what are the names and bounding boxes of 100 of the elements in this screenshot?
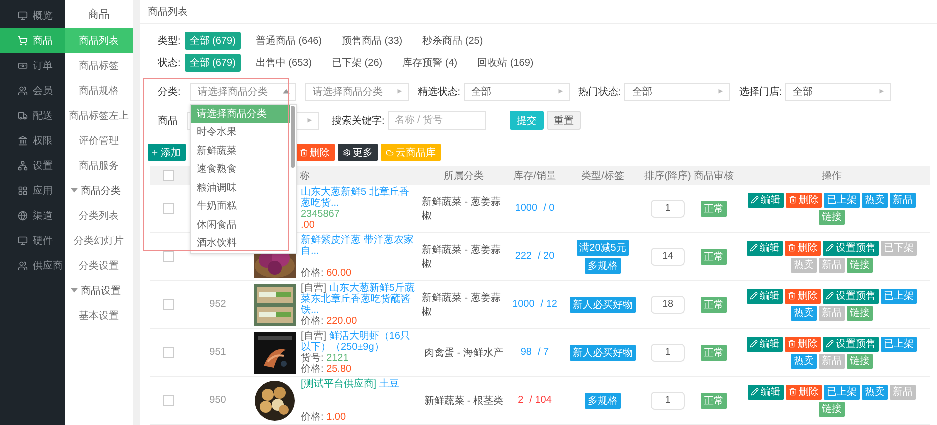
link-button[interactable]: 链接 — [847, 354, 873, 368]
select-field[interactable]: 全部 — [464, 82, 570, 100]
reset-button[interactable]: 重置 — [546, 111, 581, 130]
category-text: 新鲜蔬菜 - 根茎类 — [424, 394, 504, 408]
delete-button[interactable]: 删除 — [786, 192, 822, 208]
dropdown-option[interactable]: 请选择商品分类 — [190, 104, 290, 123]
product-title[interactable]: [自营] 鲜活大明虾（16只以下）（250±9g） — [301, 330, 419, 352]
subnav-item[interactable]: 分类列表 — [65, 203, 133, 228]
filter-option[interactable]: 出售中 (653) — [250, 54, 318, 72]
product-title[interactable]: [自营] 山东大葱新鲜5斤蔬菜东北章丘香葱吃货蘸酱铁... — [301, 282, 419, 316]
presale-button[interactable]: 设置预售 — [823, 288, 879, 304]
sort-field[interactable]: 1 — [651, 392, 685, 410]
subnav-item[interactable]: 分类幻灯片 — [65, 228, 133, 253]
subnav-item[interactable]: 商品标签 — [65, 53, 133, 78]
select-field[interactable]: 请选择商品分类 — [190, 82, 296, 100]
toggle-button[interactable]: 已上架 — [824, 384, 860, 400]
select-field[interactable]: 全部 — [785, 82, 892, 100]
category-text: 肉禽蛋 - 海鲜水产 — [424, 346, 504, 360]
column-header: 库存/销量 — [506, 166, 564, 185]
link-button[interactable]: 链接 — [847, 258, 873, 272]
toggle-button[interactable]: 热卖 — [791, 354, 817, 368]
sidebar-item[interactable]: 订单 — [0, 53, 65, 78]
cart-icon — [18, 36, 28, 46]
filter-option[interactable]: 已下架 (26) — [327, 54, 388, 72]
filter-option[interactable]: 秒杀商品 (25) — [418, 32, 488, 50]
sort-field[interactable]: 1 — [651, 200, 685, 218]
checkbox[interactable] — [162, 170, 174, 181]
grid-icon — [18, 186, 28, 196]
link-button[interactable]: 链接 — [819, 210, 845, 224]
sidebar-item[interactable]: 设置 — [0, 153, 65, 178]
toggle-button[interactable]: 热卖 — [862, 192, 888, 208]
tag: 满20减5元 — [576, 240, 630, 256]
product-title[interactable]: 新鲜紫皮洋葱 带洋葱农家自... — [301, 234, 419, 268]
sort-field[interactable]: 1 — [651, 344, 685, 362]
add-button[interactable]: 添加 — [148, 144, 186, 161]
sidebar-item[interactable]: 权限 — [0, 128, 65, 153]
filter-option[interactable]: 全部 (679) — [184, 32, 241, 50]
filter-option[interactable]: 预售商品 (33) — [337, 32, 408, 50]
status-tag: 正常 — [701, 248, 727, 264]
delete-button[interactable]: 删除 — [785, 336, 821, 352]
subnav-group[interactable]: 商品设置 — [65, 278, 133, 303]
checkbox[interactable] — [162, 395, 174, 406]
sort-field[interactable]: 14 — [651, 248, 685, 266]
toggle-button[interactable]: 新品 — [890, 192, 916, 208]
delete-button[interactable]: 删除 — [785, 288, 821, 304]
presale-button[interactable]: 设置预售 — [823, 240, 879, 256]
subnav-item[interactable]: 商品规格 — [65, 78, 133, 103]
edit-button[interactable]: 编辑 — [747, 336, 783, 352]
sidebar-item[interactable]: 硬件 — [0, 228, 65, 253]
sidebar-item[interactable]: 供应商 — [0, 253, 65, 278]
link-button[interactable]: 链接 — [819, 402, 845, 416]
link-button[interactable]: 链接 — [847, 306, 873, 320]
toggle-button[interactable]: 热卖 — [791, 306, 817, 320]
subnav-item[interactable]: 评价管理 — [65, 128, 133, 153]
toggle-button[interactable]: 已上架 — [881, 336, 917, 352]
sales-text: / 7 — [538, 347, 550, 358]
subnav-item[interactable]: 商品服务 — [65, 153, 133, 178]
sidebar-item[interactable]: 概览 — [0, 3, 65, 28]
sort-field[interactable]: 18 — [651, 296, 685, 314]
search-field[interactable]: 名称 / 货号 — [388, 111, 486, 130]
checkbox[interactable] — [162, 299, 174, 310]
stock-text: 1000 — [512, 299, 535, 310]
delete-button[interactable]: 删除 — [785, 240, 821, 256]
delete-button[interactable]: 删除 — [295, 144, 335, 161]
presale-button[interactable]: 设置预售 — [823, 336, 879, 352]
category-text: 新鲜蔬菜 - 葱姜蒜椒 — [422, 196, 502, 222]
toggle-button[interactable]: 已上架 — [824, 192, 860, 208]
subnav-item[interactable]: 商品标签左上 — [65, 103, 133, 128]
edit-button[interactable]: 编辑 — [747, 288, 783, 304]
toggle-button[interactable]: 已上架 — [881, 288, 917, 304]
select-field[interactable]: 全部 — [624, 82, 730, 100]
stock-text: 2 — [518, 395, 524, 406]
checkbox[interactable] — [162, 203, 174, 214]
sidebar-item[interactable]: 会员 — [0, 78, 65, 103]
toggle-button[interactable]: 热卖 — [862, 384, 888, 400]
subnav-item[interactable]: 基本设置 — [65, 303, 133, 328]
filter-option[interactable]: 回收站 (169) — [472, 54, 539, 72]
edit-button[interactable]: 编辑 — [747, 240, 783, 256]
filter-option[interactable]: 库存预警 (4) — [398, 54, 463, 72]
product-title[interactable]: 山东大葱新鲜5 北章丘香葱吃货... — [301, 186, 419, 208]
dropdown-option[interactable]: 酒水饮料 — [190, 234, 290, 252]
sidebar-item[interactable]: 渠道 — [0, 203, 65, 228]
sidebar-item[interactable]: 应用 — [0, 178, 65, 203]
delete-button[interactable]: 删除 — [786, 384, 822, 400]
checkbox[interactable] — [162, 251, 174, 262]
sidebar-item[interactable]: 商品 — [0, 28, 65, 53]
subnav-group[interactable]: 商品分类 — [65, 178, 133, 203]
sidebar-item[interactable]: 配送 — [0, 103, 65, 128]
checkbox[interactable] — [162, 347, 174, 358]
filter-option[interactable]: 全部 (679) — [184, 54, 241, 72]
pencil-icon — [751, 196, 759, 204]
category-text: 新鲜蔬菜 - 葱姜蒜椒 — [422, 244, 502, 270]
more-button[interactable]: 更多 — [338, 144, 378, 161]
product-title[interactable]: [测试平台供应商] 土豆 — [301, 378, 419, 412]
id-cell: 951 — [210, 347, 226, 358]
filter-option[interactable]: 普通商品 (646) — [250, 32, 328, 50]
subnav-item[interactable]: 分类设置 — [65, 253, 133, 278]
edit-button[interactable]: 编辑 — [748, 384, 784, 400]
edit-button[interactable]: 编辑 — [748, 192, 784, 208]
select-field[interactable]: 请选择商品分类 — [304, 82, 409, 100]
